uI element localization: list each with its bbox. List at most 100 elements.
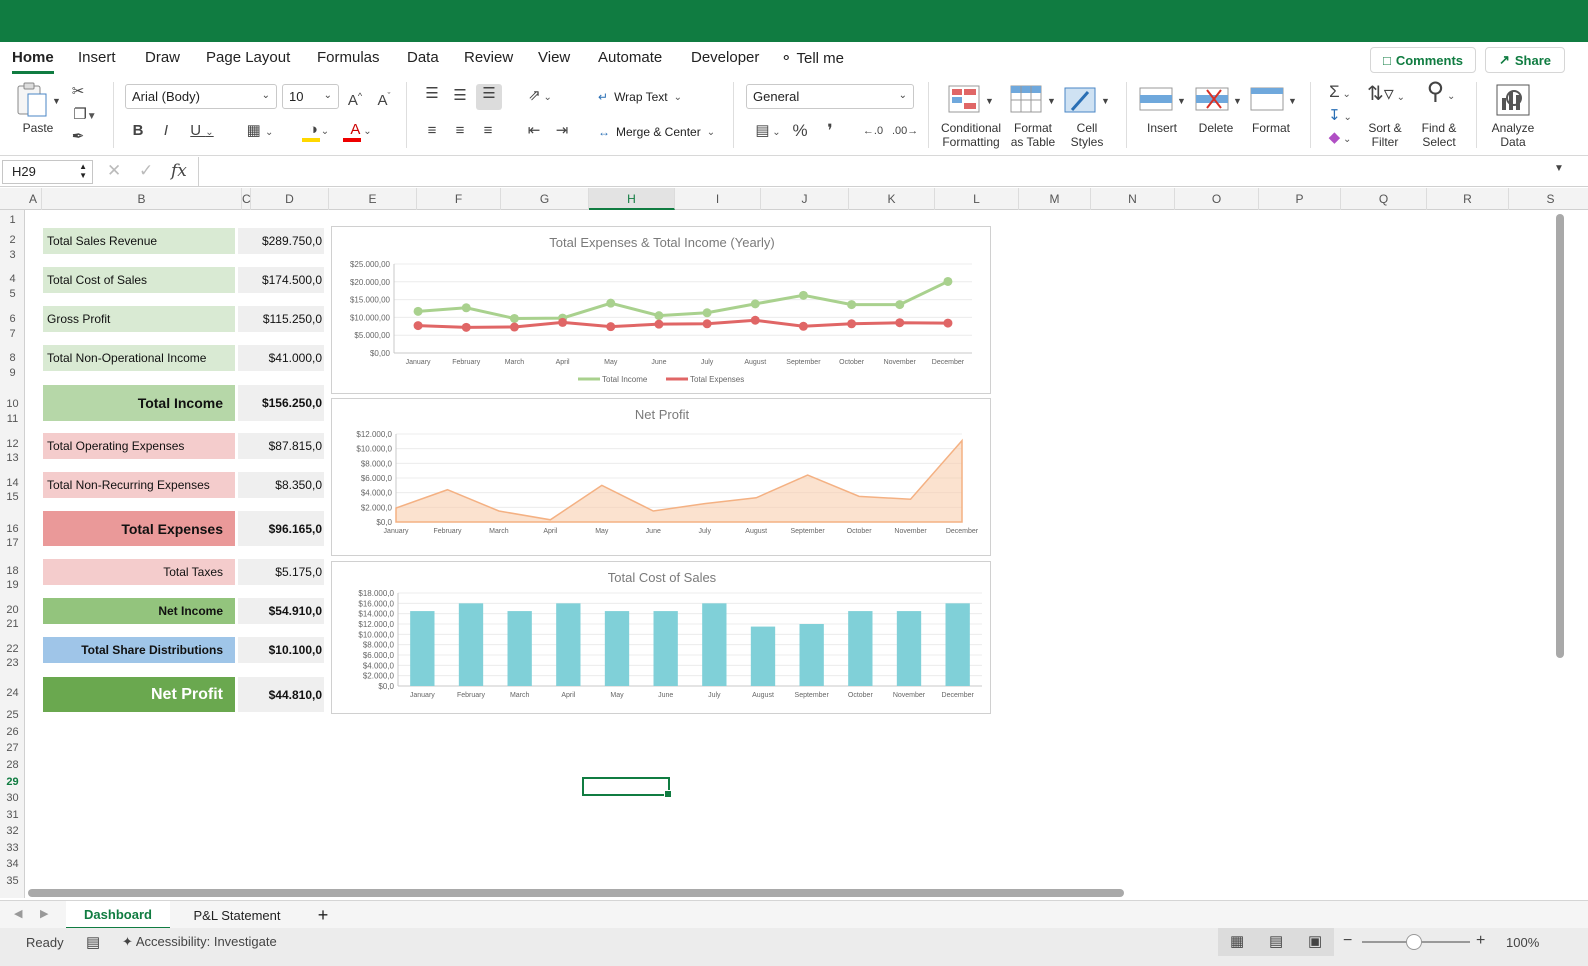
column-header-b[interactable]: B	[42, 188, 242, 210]
prev-sheet-icon[interactable]: ◀	[14, 907, 22, 920]
summary-label[interactable]: Total Operating Expenses	[43, 433, 235, 459]
summary-value[interactable]: $54.910,0	[238, 598, 324, 624]
page-break-view-icon[interactable]: ▣	[1308, 932, 1322, 950]
column-header-h[interactable]: H	[589, 188, 675, 210]
name-box[interactable]: H29 ▲ ▼	[2, 160, 93, 184]
zoom-level[interactable]: 100%	[1506, 935, 1539, 950]
summary-label[interactable]: Net Profit	[43, 677, 235, 712]
format-cells-icon[interactable]: ▼	[1250, 84, 1297, 118]
summary-value[interactable]: $5.175,0	[238, 559, 324, 585]
row-header-8[interactable]: 8	[0, 352, 24, 364]
row-header-3[interactable]: 3	[0, 249, 24, 261]
orientation-icon[interactable]: ⇗ ⌄	[522, 86, 558, 108]
copy-icon[interactable]: ❐▼	[68, 105, 102, 127]
summary-label[interactable]: Total Non-Recurring Expenses	[43, 472, 235, 498]
summary-value[interactable]: $8.350,0	[238, 472, 324, 498]
comma-icon[interactable]: ❜	[820, 121, 840, 141]
summary-label[interactable]: Total Sales Revenue	[43, 228, 235, 254]
format-painter-icon[interactable]: ✒	[68, 127, 88, 147]
row-header-35[interactable]: 35	[0, 875, 24, 887]
increase-decimal-icon[interactable]: ←.0	[862, 121, 884, 141]
next-sheet-icon[interactable]: ▶	[40, 907, 48, 920]
column-header-k[interactable]: K	[849, 188, 935, 210]
underline-icon[interactable]: U ⌄	[186, 121, 218, 143]
page-layout-view-icon[interactable]: ▤	[1269, 932, 1283, 950]
macro-record-icon[interactable]: ▤	[86, 933, 100, 951]
summary-label[interactable]: Total Non-Operational Income	[43, 345, 235, 371]
accessibility-status[interactable]: ✦ Accessibility: Investigate	[122, 934, 277, 950]
net-profit-chart[interactable]: Net Profit $0,0 $2.000,0 $4.000,0 $6.000,0 $8…	[331, 398, 991, 556]
summary-value[interactable]: $289.750,0	[238, 228, 324, 254]
row-header-18[interactable]: 18	[0, 565, 24, 577]
row-header-2[interactable]: 2	[0, 234, 24, 246]
summary-value[interactable]: $174.500,0	[238, 267, 324, 293]
font-name-select[interactable]: Arial (Body) ⌄	[125, 84, 277, 109]
tell-me[interactable]: ⚬ Tell me	[780, 49, 844, 67]
zoom-in-icon[interactable]: +	[1476, 932, 1485, 950]
cost-of-sales-chart[interactable]: Total Cost of Sales $0,0 $2.000,0 $4.000,0 $…	[331, 561, 991, 714]
row-header-28[interactable]: 28	[0, 759, 24, 771]
row-header-9[interactable]: 9	[0, 367, 24, 379]
align-top-icon[interactable]: ☰	[422, 84, 442, 104]
find-select-icon[interactable]: ⚲ ⌄	[1418, 80, 1464, 107]
row-header-29[interactable]: 29	[0, 776, 24, 788]
tab-developer[interactable]: Developer	[691, 49, 759, 66]
summary-value[interactable]: $10.100,0	[238, 637, 324, 663]
column-header-q[interactable]: Q	[1341, 188, 1427, 210]
row-header-23[interactable]: 23	[0, 657, 24, 669]
selected-cell[interactable]	[582, 777, 672, 798]
summary-label[interactable]: Total Cost of Sales	[43, 267, 235, 293]
column-header-s[interactable]: S	[1509, 188, 1588, 210]
delete-cells-icon[interactable]: ▼	[1195, 84, 1242, 118]
tab-automate[interactable]: Automate	[598, 49, 662, 66]
summary-label[interactable]: Total Taxes	[43, 559, 235, 585]
row-header-11[interactable]: 11	[0, 413, 24, 425]
summary-label[interactable]: Total Expenses	[43, 511, 235, 546]
cancel-icon[interactable]: ✕	[107, 161, 121, 181]
decrease-indent-icon[interactable]: ⇤	[524, 121, 544, 141]
comments-button[interactable]: □ Comments	[1370, 47, 1476, 73]
zoom-slider-thumb[interactable]	[1406, 934, 1422, 950]
column-header-n[interactable]: N	[1091, 188, 1175, 210]
analyze-data-icon[interactable]	[1494, 82, 1532, 118]
column-header-r[interactable]: R	[1427, 188, 1509, 210]
tab-page-layout[interactable]: Page Layout	[206, 49, 290, 66]
row-header-17[interactable]: 17	[0, 537, 24, 549]
expand-formula-icon[interactable]: ▼	[1554, 163, 1564, 174]
row-header-26[interactable]: 26	[0, 726, 24, 738]
row-header-33[interactable]: 33	[0, 842, 24, 854]
column-header-i[interactable]: I	[675, 188, 761, 210]
column-header-j[interactable]: J	[761, 188, 849, 210]
cell-styles-icon[interactable]: ▼	[1064, 84, 1110, 118]
row-header-1[interactable]: 1	[0, 214, 24, 226]
summary-label[interactable]: Total Share Distributions	[43, 637, 235, 663]
align-left-icon[interactable]: ≡	[422, 121, 442, 141]
row-header-5[interactable]: 5	[0, 288, 24, 300]
cut-icon[interactable]: ✂	[68, 82, 88, 102]
zoom-out-icon[interactable]: −	[1343, 932, 1352, 950]
increase-font-icon[interactable]: A^	[345, 86, 365, 111]
align-middle-icon[interactable]: ☰	[450, 86, 470, 106]
column-header-e[interactable]: E	[329, 188, 417, 210]
summary-value[interactable]: $115.250,0	[238, 306, 324, 332]
row-header-20[interactable]: 20	[0, 604, 24, 616]
normal-view-icon[interactable]: ▦	[1230, 932, 1244, 950]
column-header-o[interactable]: O	[1175, 188, 1259, 210]
row-header-24[interactable]: 24	[0, 687, 24, 699]
increase-indent-icon[interactable]: ⇥	[552, 121, 572, 141]
sheet-tab-dashboard[interactable]: Dashboard	[66, 901, 170, 929]
column-header-l[interactable]: L	[935, 188, 1019, 210]
align-bottom-icon[interactable]: ☰	[476, 84, 502, 110]
tab-formulas[interactable]: Formulas	[317, 49, 380, 66]
row-header-16[interactable]: 16	[0, 523, 24, 535]
add-sheet-button[interactable]: +	[306, 901, 340, 929]
tab-home[interactable]: Home	[12, 49, 54, 74]
row-header-15[interactable]: 15	[0, 491, 24, 503]
stepper-icon[interactable]: ▲ ▼	[79, 162, 87, 180]
paste-icon[interactable]: ▼	[14, 82, 61, 118]
format-as-table-icon[interactable]: ▼	[1010, 84, 1056, 118]
share-button[interactable]: ↗ Share	[1485, 47, 1565, 73]
fx-icon[interactable]: fx	[171, 161, 187, 181]
tab-data[interactable]: Data	[407, 49, 439, 66]
tab-view[interactable]: View	[538, 49, 570, 66]
